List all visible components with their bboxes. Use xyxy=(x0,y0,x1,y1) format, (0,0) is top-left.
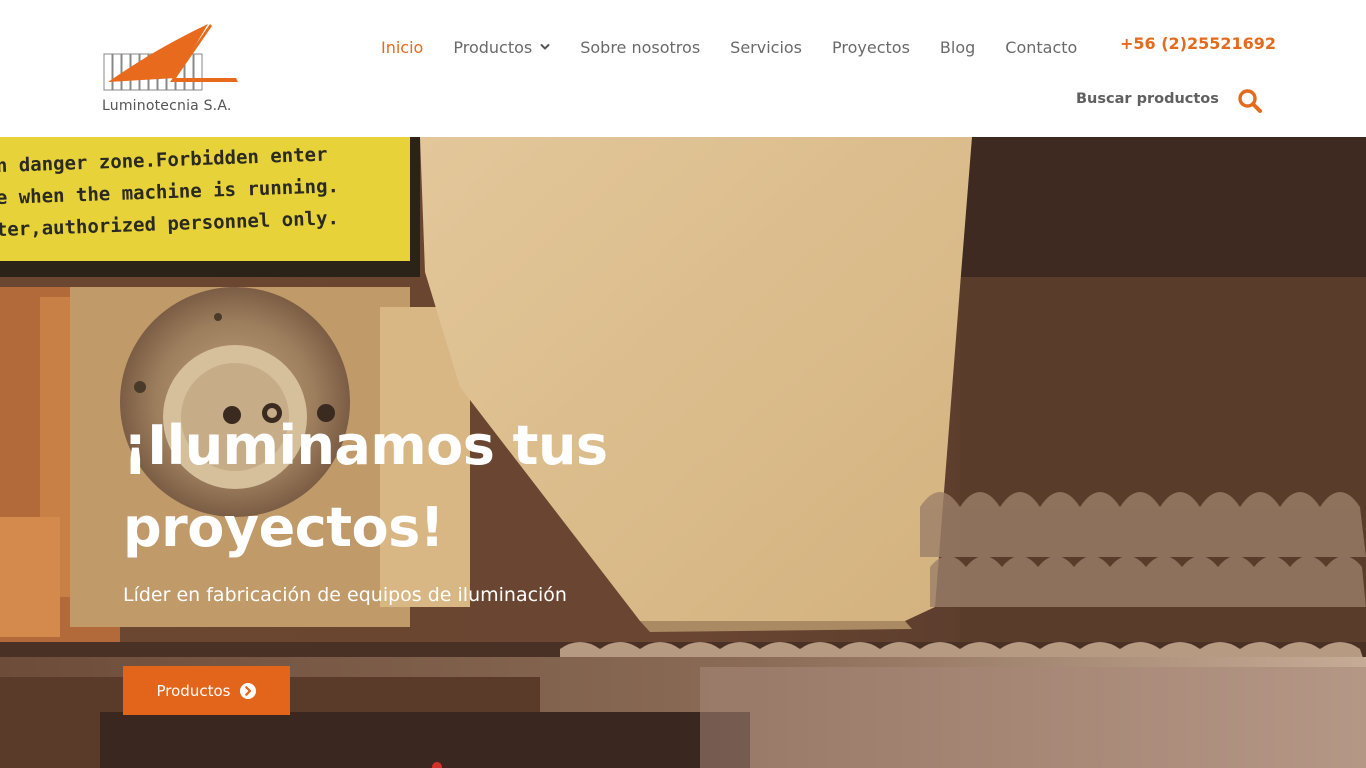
nav-item-productos-label: Productos xyxy=(453,37,533,57)
search-icon[interactable] xyxy=(1237,88,1263,114)
nav-item-servicios[interactable]: Servicios xyxy=(730,38,802,57)
chevron-down-icon xyxy=(540,44,550,50)
phone-link[interactable]: +56 (2)25521692 xyxy=(1120,34,1276,53)
nav-item-productos[interactable]: Productos xyxy=(453,38,550,57)
hero-title: ¡Iluminamos tus proyectos! xyxy=(123,414,608,559)
hero-section: n danger zone.Forbidden enter e when the… xyxy=(0,137,1366,768)
site-header: Luminotecnia S.A. Inicio Productos Sobre… xyxy=(0,0,1366,137)
nav-item-blog[interactable]: Blog xyxy=(940,38,975,57)
nav-item-sobre-nosotros[interactable]: Sobre nosotros xyxy=(580,38,700,57)
hero-subtitle: Líder en fabricación de equipos de ilumi… xyxy=(123,584,567,606)
search-products-link[interactable]: Buscar productos xyxy=(1076,91,1219,107)
main-nav: Inicio Productos Sobre nosotros Servicio… xyxy=(381,34,1107,60)
nav-item-proyectos[interactable]: Proyectos xyxy=(832,38,910,57)
nav-item-contacto[interactable]: Contacto xyxy=(1005,38,1077,57)
nav-item-inicio[interactable]: Inicio xyxy=(381,38,423,57)
products-button-label: Productos xyxy=(156,681,231,700)
arrow-right-circle-icon xyxy=(240,682,257,699)
logo-text: Luminotecnia S.A. xyxy=(102,98,232,114)
logo[interactable]: Luminotecnia S.A. xyxy=(100,20,245,120)
products-button[interactable]: Productos xyxy=(123,666,290,715)
logo-mark xyxy=(103,24,238,91)
